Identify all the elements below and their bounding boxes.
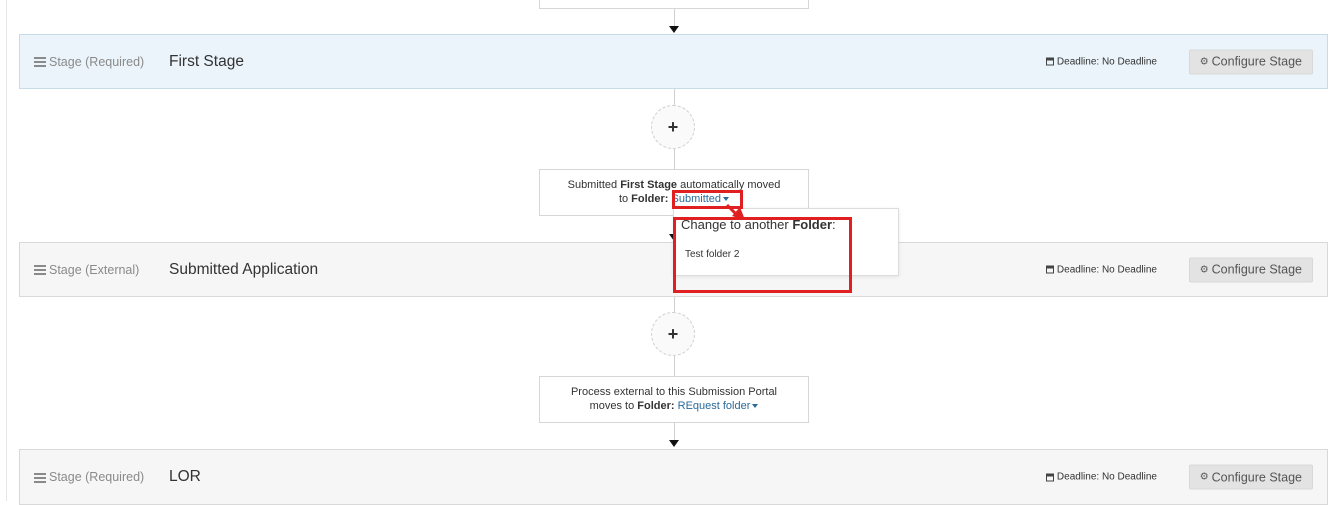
- connector-line: [674, 297, 675, 312]
- deadline-text: Deadline: No Deadline: [1056, 56, 1157, 67]
- configure-stage-button[interactable]: ⚙ Configure Stage: [1188, 257, 1313, 282]
- gear-icon: ⚙: [1199, 56, 1209, 67]
- stage-row-first-stage[interactable]: Stage (Required) First Stage Deadline: N…: [19, 34, 1328, 89]
- transition-line-1: Process external to this Submission Port…: [570, 386, 778, 398]
- stage-name: First Stage: [169, 52, 244, 70]
- connector-line: [674, 423, 675, 440]
- stage-deadline: Deadline: No Deadline: [1045, 471, 1157, 483]
- configure-stage-button[interactable]: ⚙ Configure Stage: [1188, 49, 1313, 74]
- plus-icon: +: [667, 323, 679, 344]
- folder-select-dropdown[interactable]: REquest folder: [678, 400, 759, 412]
- stage-name: LOR: [169, 468, 201, 485]
- gear-icon: ⚙: [1199, 264, 1209, 275]
- stage-type-label: Stage (Required): [49, 470, 145, 484]
- configure-stage-button[interactable]: ⚙ Configure Stage: [1188, 464, 1313, 490]
- configure-stage-label: Configure Stage: [1211, 54, 1302, 69]
- annotation-arrow-icon: [725, 203, 745, 220]
- stage-drag-handle[interactable]: Stage (External): [34, 263, 139, 277]
- connector-line: [674, 89, 675, 105]
- flow-box-previous: [539, 0, 809, 9]
- hamburger-icon: [34, 57, 46, 67]
- stage-deadline: Deadline: No Deadline: [1045, 264, 1157, 275]
- page-left-border: [6, 0, 7, 501]
- arrow-down-icon: [669, 26, 679, 33]
- hamburger-icon: [34, 265, 46, 275]
- add-stage-button[interactable]: +: [651, 105, 695, 149]
- stage-deadline: Deadline: No Deadline: [1045, 56, 1157, 67]
- stage-name: Submitted Application: [169, 260, 319, 278]
- stage-drag-handle[interactable]: Stage (Required): [34, 470, 144, 484]
- plus-icon: +: [667, 116, 679, 137]
- connector-line: [674, 356, 675, 376]
- connector-line: [674, 9, 675, 26]
- calendar-icon: [1045, 265, 1054, 274]
- stage-type-label: Stage (Required): [49, 54, 145, 69]
- deadline-text: Deadline: No Deadline: [1056, 471, 1157, 483]
- add-stage-button[interactable]: +: [651, 312, 695, 356]
- stage-type-label: Stage (External): [49, 262, 140, 277]
- transition-line-2: moves to Folder: REquest folder: [540, 399, 808, 413]
- arrow-down-icon: [669, 440, 679, 447]
- stage-row-lor[interactable]: Stage (Required) LOR Deadline: No Deadli…: [19, 449, 1328, 505]
- calendar-icon: [1045, 473, 1054, 481]
- connector-line: [674, 149, 675, 169]
- highlight-box-dropdown-menu: [673, 217, 852, 293]
- caret-down-icon: [752, 404, 759, 409]
- folder-transition-box: Process external to this Submission Port…: [539, 376, 809, 423]
- configure-stage-label: Configure Stage: [1211, 470, 1302, 484]
- configure-stage-label: Configure Stage: [1211, 262, 1302, 277]
- gear-icon: ⚙: [1199, 471, 1209, 483]
- calendar-icon: [1045, 57, 1054, 66]
- stage-drag-handle[interactable]: Stage (Required): [34, 55, 144, 69]
- hamburger-icon: [34, 472, 46, 483]
- deadline-text: Deadline: No Deadline: [1056, 264, 1157, 275]
